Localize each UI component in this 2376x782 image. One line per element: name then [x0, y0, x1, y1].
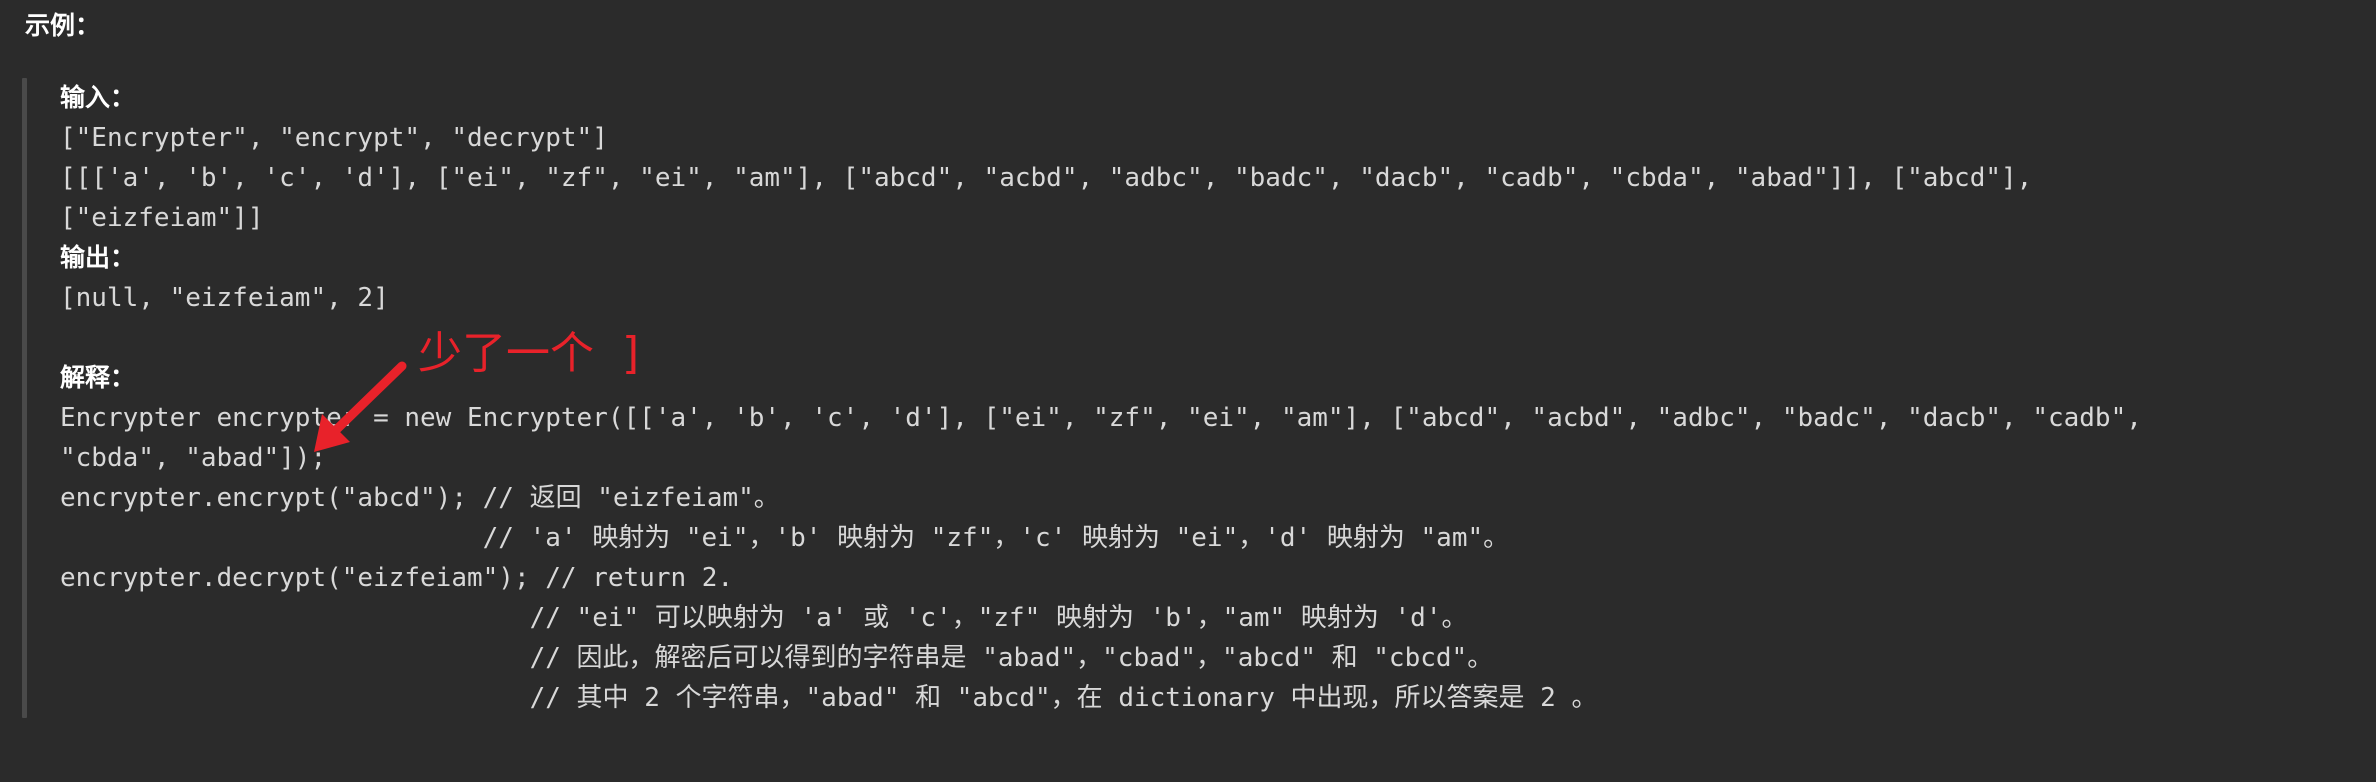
input-line: ["Encrypter", "encrypt", "decrypt"]: [60, 123, 608, 153]
explain-line: // 其中 2 个字符串，"abad" 和 "abcd"，在 dictionar…: [60, 683, 1598, 713]
explain-line: encrypter.decrypt("eizfeiam"); // return…: [60, 563, 734, 593]
section-title: 示例：: [25, 11, 101, 40]
explain-line: // 'a' 映射为 "ei"，'b' 映射为 "zf"，'c' 映射为 "ei…: [60, 523, 1510, 553]
annotation-text: 少了一个 ]: [418, 328, 640, 379]
output-line: [null, "eizfeiam", 2]: [60, 283, 389, 313]
explain-line: "cbda", "abad"]);: [60, 443, 327, 473]
explain-line: Encrypter encrypter = new Encrypter([['a…: [60, 403, 2142, 433]
explain-line: // 因此，解密后可以得到的字符串是 "abad"，"cbad"，"abcd" …: [60, 643, 1494, 673]
explain-line: encrypter.encrypt("abcd"); // 返回 "eizfei…: [60, 483, 780, 513]
explain-label: 解释：: [60, 363, 136, 392]
example-code-block: 输入： ["Encrypter", "encrypt", "decrypt"] …: [60, 78, 2360, 718]
blockquote-bar: [22, 78, 27, 718]
input-line: [[['a', 'b', 'c', 'd'], ["ei", "zf", "ei…: [60, 163, 2033, 193]
output-label: 输出：: [60, 243, 136, 272]
explain-line: // "ei" 可以映射为 'a' 或 'c'，"zf" 映射为 'b'，"am…: [60, 603, 1468, 633]
input-label: 输入：: [60, 83, 136, 112]
input-line: ["eizfeiam"]]: [60, 203, 264, 233]
